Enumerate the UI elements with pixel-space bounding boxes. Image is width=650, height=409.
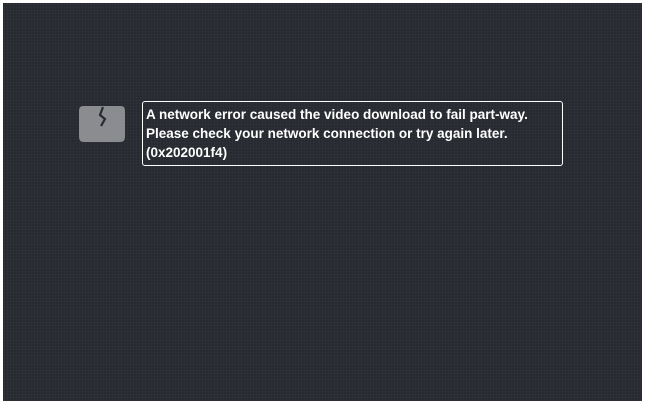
error-line-2: Please check your network connection or … (146, 126, 508, 141)
error-line-1: A network error caused the video downloa… (146, 107, 528, 122)
video-player: A network error caused the video downloa… (3, 3, 642, 401)
error-code: (0x202001f4) (146, 145, 228, 160)
error-message: A network error caused the video downloa… (142, 101, 563, 166)
broken-screen-icon (78, 104, 126, 144)
